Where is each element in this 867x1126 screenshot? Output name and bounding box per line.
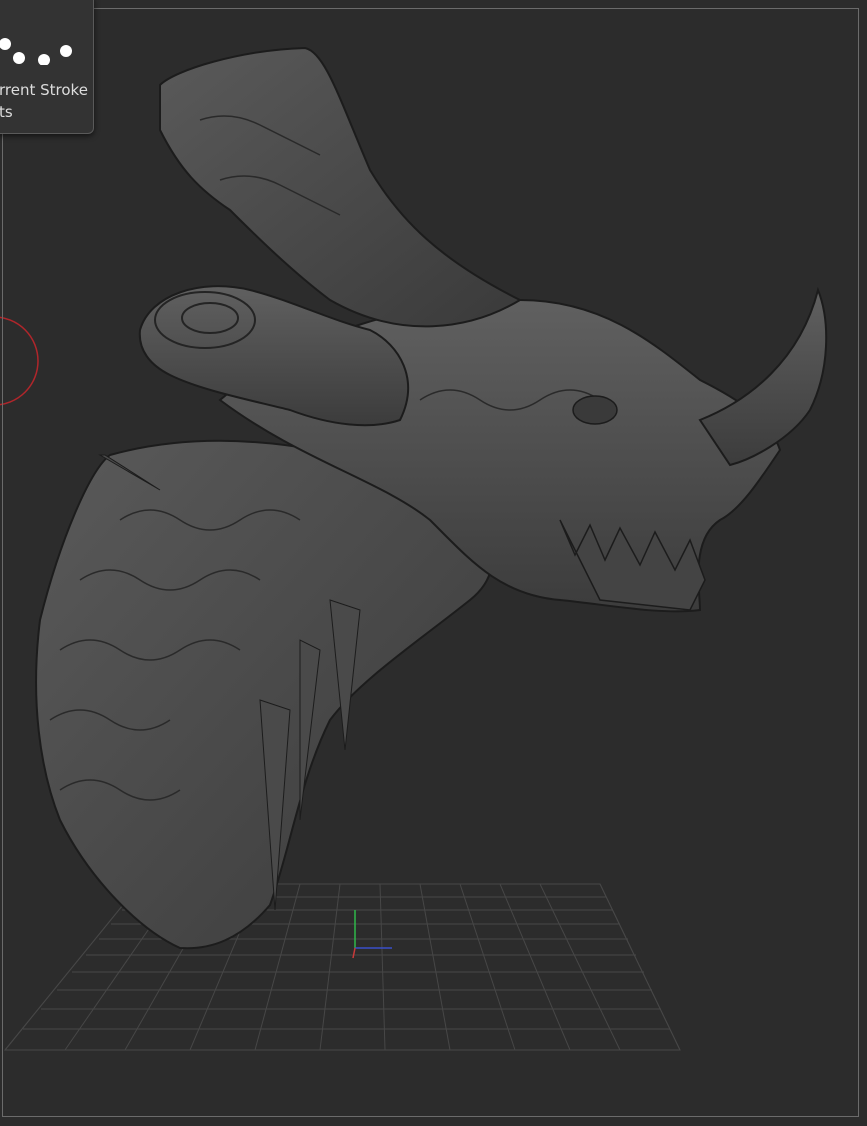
popup-label-current-stroke: rrent Stroke (0, 81, 88, 99)
stroke-dots-icon (0, 38, 72, 65)
sculpt-viewport[interactable]: rrent Stroke ts (0, 0, 867, 1126)
popup-label-points: ts (0, 103, 13, 121)
viewport-frame (2, 8, 859, 1117)
stroke-popup[interactable]: rrent Stroke ts (0, 0, 94, 134)
